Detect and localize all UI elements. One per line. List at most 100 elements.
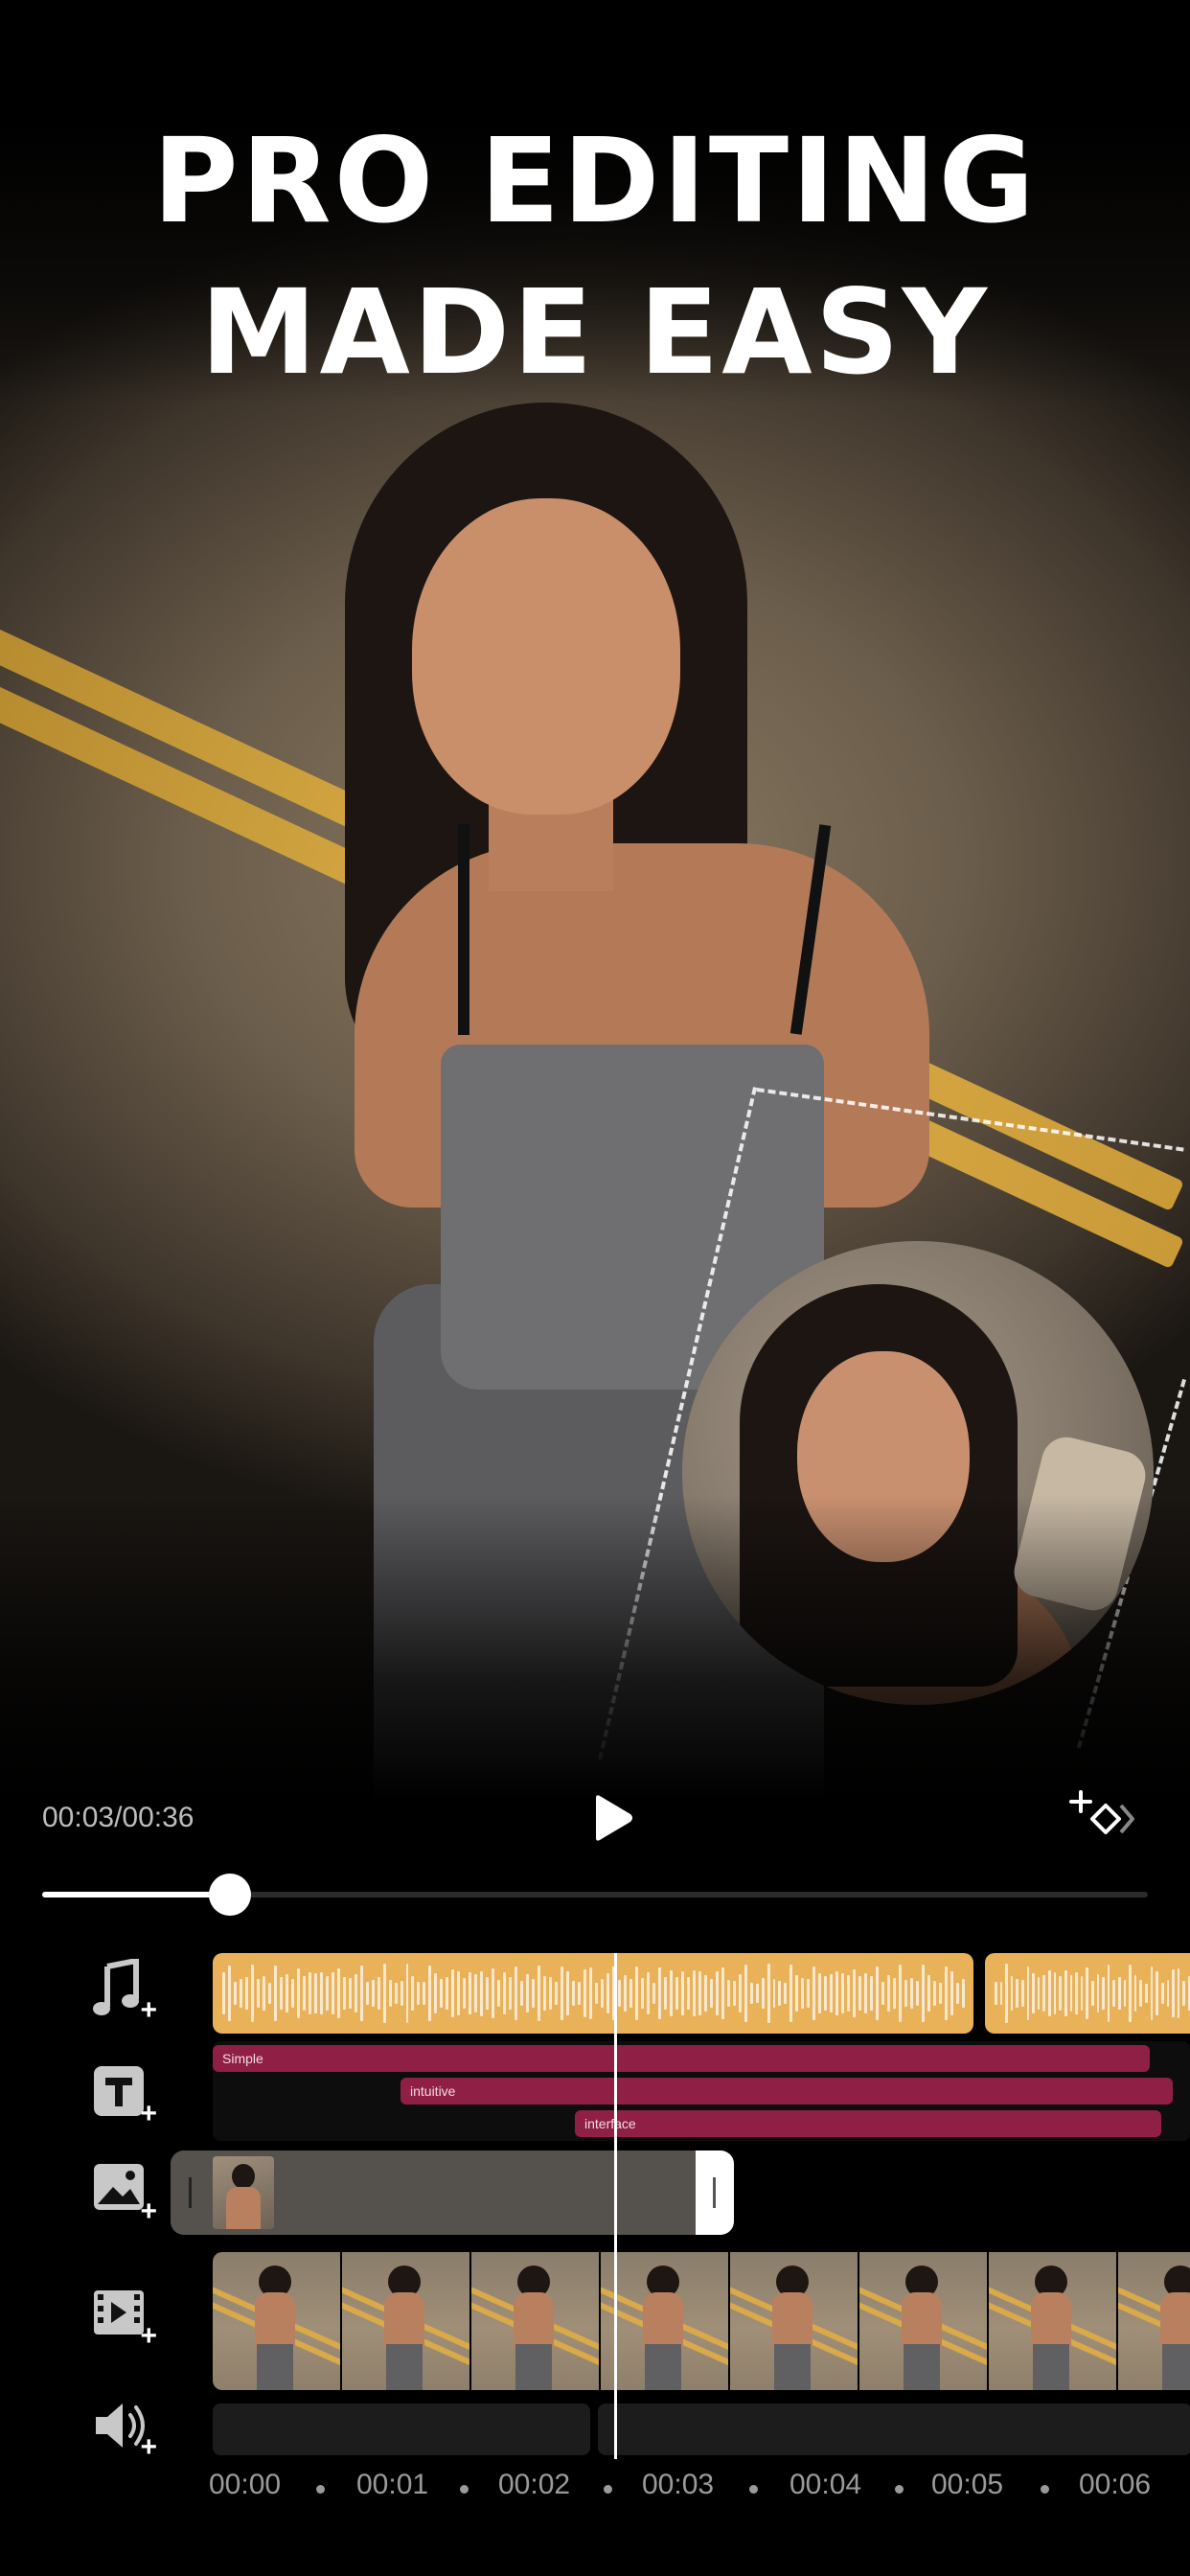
waveform-bar <box>578 1982 582 2005</box>
waveform-bar <box>394 1982 398 2005</box>
waveform-bar <box>646 1972 650 2014</box>
playhead[interactable] <box>614 1953 617 2459</box>
volume-segment[interactable] <box>213 2404 590 2455</box>
waveform-bar <box>302 1975 306 2012</box>
waveform-bar <box>354 1974 357 2012</box>
overlay-clip[interactable] <box>171 2150 734 2235</box>
waveform-bar <box>703 1974 707 2012</box>
waveform-bar <box>629 1978 632 2009</box>
plus-icon: + <box>140 2320 157 2352</box>
waveform-bar <box>824 1976 828 2011</box>
waveform-bar <box>382 1963 386 2024</box>
text-clip[interactable]: Simple <box>213 2045 1150 2072</box>
waveform-bar <box>807 1979 811 2008</box>
video-frame[interactable] <box>859 2252 987 2390</box>
add-music-button[interactable]: + <box>92 1957 157 2025</box>
video-frame[interactable] <box>213 2252 340 2390</box>
ruler-dot <box>460 2485 469 2494</box>
waveform-bar <box>509 1977 513 2010</box>
waveform-bar <box>1112 1980 1116 2007</box>
waveform-bar <box>290 1978 294 2009</box>
video-frame[interactable] <box>601 2252 728 2390</box>
waveform-bar <box>744 1964 747 2023</box>
waveform-bar <box>480 1970 484 2016</box>
waveform-bar <box>440 1979 444 2008</box>
ruler-tick: 00:04 <box>790 2469 862 2500</box>
waveform-bar <box>227 1965 231 2022</box>
waveform-bar <box>876 1966 880 2021</box>
video-frame[interactable] <box>989 2252 1116 2390</box>
audio-clip[interactable] <box>985 1953 1190 2034</box>
ruler-tick: 00:03 <box>642 2469 715 2500</box>
waveform-bar <box>1021 1980 1024 2007</box>
waveform-bar <box>818 1973 822 2013</box>
waveform-bar <box>835 1970 839 2016</box>
time-ruler: 00:00 00:01 00:02 00:03 00:04 00:05 00:0… <box>192 2469 1190 2507</box>
waveform-bar <box>778 1980 782 2007</box>
waveform <box>995 1961 1190 2026</box>
waveform-bar <box>256 1978 260 2009</box>
volume-segment[interactable] <box>598 2404 1190 2455</box>
waveform-bar <box>1016 1979 1019 2008</box>
waveform-bar <box>1096 1974 1100 2012</box>
text-clip[interactable]: intuitive <box>400 2078 1173 2104</box>
waveform-bar <box>417 1981 421 2006</box>
waveform-bar <box>847 1975 851 2012</box>
waveform-bar <box>279 1976 283 2011</box>
add-audio-button[interactable]: + <box>92 2396 157 2462</box>
waveform-bar <box>1160 1983 1164 2004</box>
waveform-bar <box>1075 1972 1078 2014</box>
waveform-bar <box>1107 1965 1110 2022</box>
waveform-bar <box>887 1975 891 2012</box>
waveform-bar <box>222 1972 225 2014</box>
progress-fill <box>42 1892 231 1898</box>
waveform-bar <box>686 1977 690 2010</box>
video-frame[interactable] <box>730 2252 858 2390</box>
waveform-bar <box>497 1980 501 2007</box>
waveform-bar <box>492 1968 495 2018</box>
waveform-bar <box>1145 1983 1148 2004</box>
overlay-thumbnail <box>213 2156 274 2229</box>
video-frame[interactable] <box>471 2252 599 2390</box>
waveform-bar <box>1118 1976 1121 2011</box>
text-clip[interactable]: interface <box>575 2110 1161 2137</box>
waveform-bar <box>434 1972 438 2014</box>
waveform-bar <box>267 1982 271 2005</box>
waveform-bar <box>319 1971 323 2015</box>
waveform-bar <box>1064 1970 1067 2016</box>
play-button[interactable] <box>592 1794 634 1842</box>
video-frame[interactable] <box>1118 2252 1190 2390</box>
video-frame[interactable] <box>342 2252 469 2390</box>
audio-clip[interactable] <box>213 1953 973 2034</box>
add-video-button[interactable]: + <box>92 2285 157 2352</box>
trim-handle-right[interactable] <box>696 2150 734 2235</box>
waveform-bar <box>726 1979 730 2008</box>
waveform-bar <box>927 1974 931 2012</box>
ruler-tick: 00:05 <box>931 2469 1004 2500</box>
waveform-bar <box>910 1978 914 2009</box>
waveform-bar <box>1102 1977 1105 2010</box>
waveform-bar <box>538 1966 541 2021</box>
waveform-bar <box>325 1976 329 2011</box>
video-clip[interactable] <box>213 2252 1190 2390</box>
waveform-bar <box>1182 1981 1185 2006</box>
waveform <box>222 1961 965 2026</box>
waveform-bar <box>520 1981 524 2006</box>
waveform-bar <box>801 1977 805 2010</box>
waveform-bar <box>451 1968 455 2018</box>
add-text-button[interactable]: + <box>92 2062 157 2128</box>
waveform-bar <box>1069 1975 1073 2012</box>
waveform-bar <box>1026 1966 1030 2021</box>
add-overlay-button[interactable]: + <box>92 2160 157 2226</box>
progress-slider[interactable] <box>42 1874 1148 1916</box>
waveform-bar <box>1005 1964 1008 2023</box>
add-keyframe-button[interactable] <box>1065 1788 1138 1846</box>
progress-knob[interactable] <box>209 1874 252 1916</box>
trim-handle-left[interactable] <box>171 2150 209 2235</box>
timecode: 00:03/00:36 <box>42 1802 195 1833</box>
ruler-dot <box>749 2485 758 2494</box>
waveform-bar <box>999 1982 1003 2005</box>
waveform-bar <box>652 1982 655 2005</box>
waveform-bar <box>738 1973 742 2013</box>
waveform-bar <box>715 1971 719 2015</box>
